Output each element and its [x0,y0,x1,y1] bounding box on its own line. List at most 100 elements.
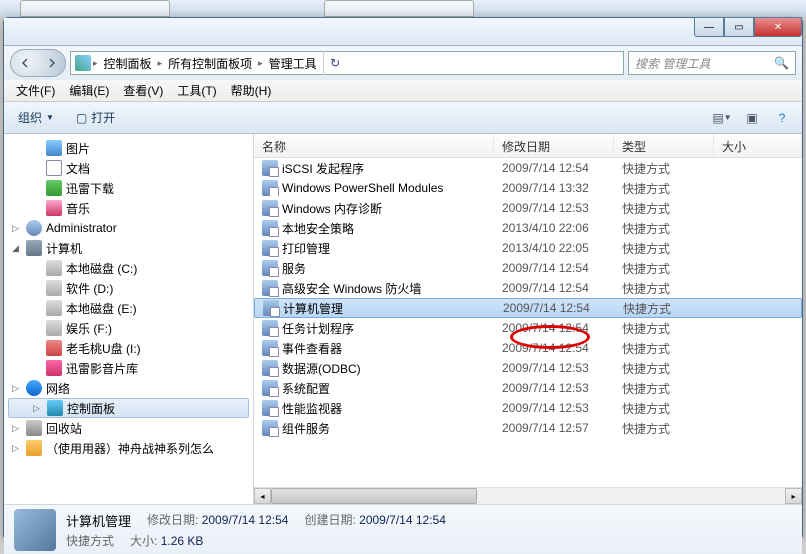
file-row[interactable]: 服务2009/7/14 12:54快捷方式 [254,258,802,278]
menu-help[interactable]: 帮助(H) [225,80,278,101]
expander-icon[interactable]: ▷ [12,383,22,394]
shortcut-icon [262,320,278,336]
file-name: 系统配置 [282,380,330,397]
shortcut-icon [262,360,278,376]
breadcrumb-item[interactable]: 所有控制面板项 [164,55,256,72]
file-row[interactable]: 事件查看器2009/7/14 12:54快捷方式 [254,338,802,358]
tree-item[interactable]: ▷ 控制面板 [8,398,249,418]
dl-icon [46,180,62,196]
shortcut-icon [262,420,278,436]
view-options-button[interactable]: ▤ ▼ [710,108,734,128]
file-name: Windows PowerShell Modules [282,181,443,195]
scroll-left-icon[interactable]: ◂ [254,488,271,504]
scroll-track[interactable] [271,488,785,504]
file-row[interactable]: 本地安全策略2013/4/10 22:06快捷方式 [254,218,802,238]
forward-icon [47,58,57,68]
breadcrumb[interactable]: ▸ 控制面板 ▸ 所有控制面板项 ▸ 管理工具 ↻ [70,51,624,75]
scroll-right-icon[interactable]: ▸ [785,488,802,504]
cp-icon [47,400,63,416]
column-date[interactable]: 修改日期 [494,134,614,157]
file-date: 2009/7/14 12:54 [495,301,615,315]
tree-item[interactable]: 迅雷影音片库 [4,358,253,378]
tree-item[interactable]: 娱乐 (F:) [4,318,253,338]
tree-item[interactable]: ◢计算机 [4,238,253,258]
tree-item[interactable]: ▷回收站 [4,418,253,438]
file-row[interactable]: Windows 内存诊断2009/7/14 12:53快捷方式 [254,198,802,218]
file-row[interactable]: 数据源(ODBC)2009/7/14 12:53快捷方式 [254,358,802,378]
titlebar[interactable]: — ▭ ✕ [4,18,802,46]
file-name: 高级安全 Windows 防火墙 [282,280,421,297]
trash-icon [26,420,42,436]
expander-icon[interactable]: ▷ [12,443,22,454]
close-button[interactable]: ✕ [754,17,802,37]
menu-tools[interactable]: 工具(T) [171,80,222,101]
column-name[interactable]: 名称 [254,134,494,157]
open-button[interactable]: ▢ 打开 [70,107,121,128]
column-size[interactable]: 大小 [714,134,802,157]
scroll-thumb[interactable] [271,488,477,504]
navigation-pane[interactable]: 图片文档迅雷下载音乐▷Administrator◢计算机本地磁盘 (C:)软件 … [4,134,254,504]
expander-icon[interactable]: ▷ [12,423,22,434]
file-row[interactable]: 打印管理2013/4/10 22:05快捷方式 [254,238,802,258]
maximize-button[interactable]: ▭ [724,17,754,37]
menu-file[interactable]: 文件(F) [10,80,61,101]
tree-item[interactable]: ▷网络 [4,378,253,398]
file-type: 快捷方式 [614,320,714,337]
user-icon [26,220,42,236]
file-type: 快捷方式 [614,160,714,177]
tree-item[interactable]: 本地磁盘 (C:) [4,258,253,278]
file-row[interactable]: Windows PowerShell Modules2009/7/14 13:3… [254,178,802,198]
file-row[interactable]: iSCSI 发起程序2009/7/14 12:54快捷方式 [254,158,802,178]
preview-pane-button[interactable]: ▣ [740,108,764,128]
tree-item[interactable]: ▷Administrator [4,218,253,238]
tree-label: 控制面板 [67,400,115,417]
tree-label: 文档 [66,160,90,177]
search-icon: 🔍 [774,56,789,70]
file-type: 快捷方式 [614,200,714,217]
tree-item[interactable]: 迅雷下载 [4,178,253,198]
pic-icon [46,140,62,156]
nav-back-forward[interactable] [10,49,66,77]
tree-item[interactable]: 音乐 [4,198,253,218]
expander-icon[interactable]: ◢ [12,243,22,254]
refresh-button[interactable]: ↻ [323,51,347,75]
file-row[interactable]: 性能监视器2009/7/14 12:53快捷方式 [254,398,802,418]
tree-item[interactable]: 文档 [4,158,253,178]
expander-icon[interactable]: ▷ [12,223,22,234]
tree-item[interactable]: 本地磁盘 (E:) [4,298,253,318]
file-date: 2009/7/14 12:54 [494,161,614,175]
file-row[interactable]: 任务计划程序2009/7/14 12:54快捷方式 [254,318,802,338]
minimize-button[interactable]: — [694,17,724,37]
shortcut-icon [262,340,278,356]
tree-label: 图片 [66,140,90,157]
tree-item[interactable]: 图片 [4,138,253,158]
horizontal-scrollbar[interactable]: ◂ ▸ [254,487,802,504]
breadcrumb-item[interactable]: 管理工具 [265,55,321,72]
file-row[interactable]: 组件服务2009/7/14 12:57快捷方式 [254,418,802,438]
doc-icon [46,160,62,176]
search-input[interactable]: 搜索 管理工具 🔍 [628,51,796,75]
column-type[interactable]: 类型 [614,134,714,157]
tree-item[interactable]: 软件 (D:) [4,278,253,298]
file-row[interactable]: 计算机管理2009/7/14 12:54快捷方式 [254,298,802,318]
file-date: 2009/7/14 12:54 [494,321,614,335]
file-name: 打印管理 [282,240,330,257]
file-name: 本地安全策略 [282,220,354,237]
breadcrumb-item[interactable]: 控制面板 [100,55,156,72]
chevron-icon: ▸ [93,58,98,69]
disk-icon [46,320,62,336]
expander-icon[interactable]: ▷ [33,403,43,414]
file-row[interactable]: 高级安全 Windows 防火墙2009/7/14 12:54快捷方式 [254,278,802,298]
search-placeholder: 搜索 管理工具 [635,55,710,72]
tree-label: 老毛桃U盘 (I:) [66,340,141,357]
file-name: 计算机管理 [283,300,343,317]
help-button[interactable]: ? [770,108,794,128]
file-type: 快捷方式 [614,380,714,397]
file-row[interactable]: 系统配置2009/7/14 12:53快捷方式 [254,378,802,398]
menu-edit[interactable]: 编辑(E) [63,80,115,101]
organize-button[interactable]: 组织 ▼ [12,107,60,128]
menu-view[interactable]: 查看(V) [117,80,169,101]
tree-item[interactable]: ▷（使用用器）神舟战神系列怎么 [4,438,253,458]
tree-item[interactable]: 老毛桃U盘 (I:) [4,338,253,358]
file-date: 2009/7/14 12:54 [494,261,614,275]
